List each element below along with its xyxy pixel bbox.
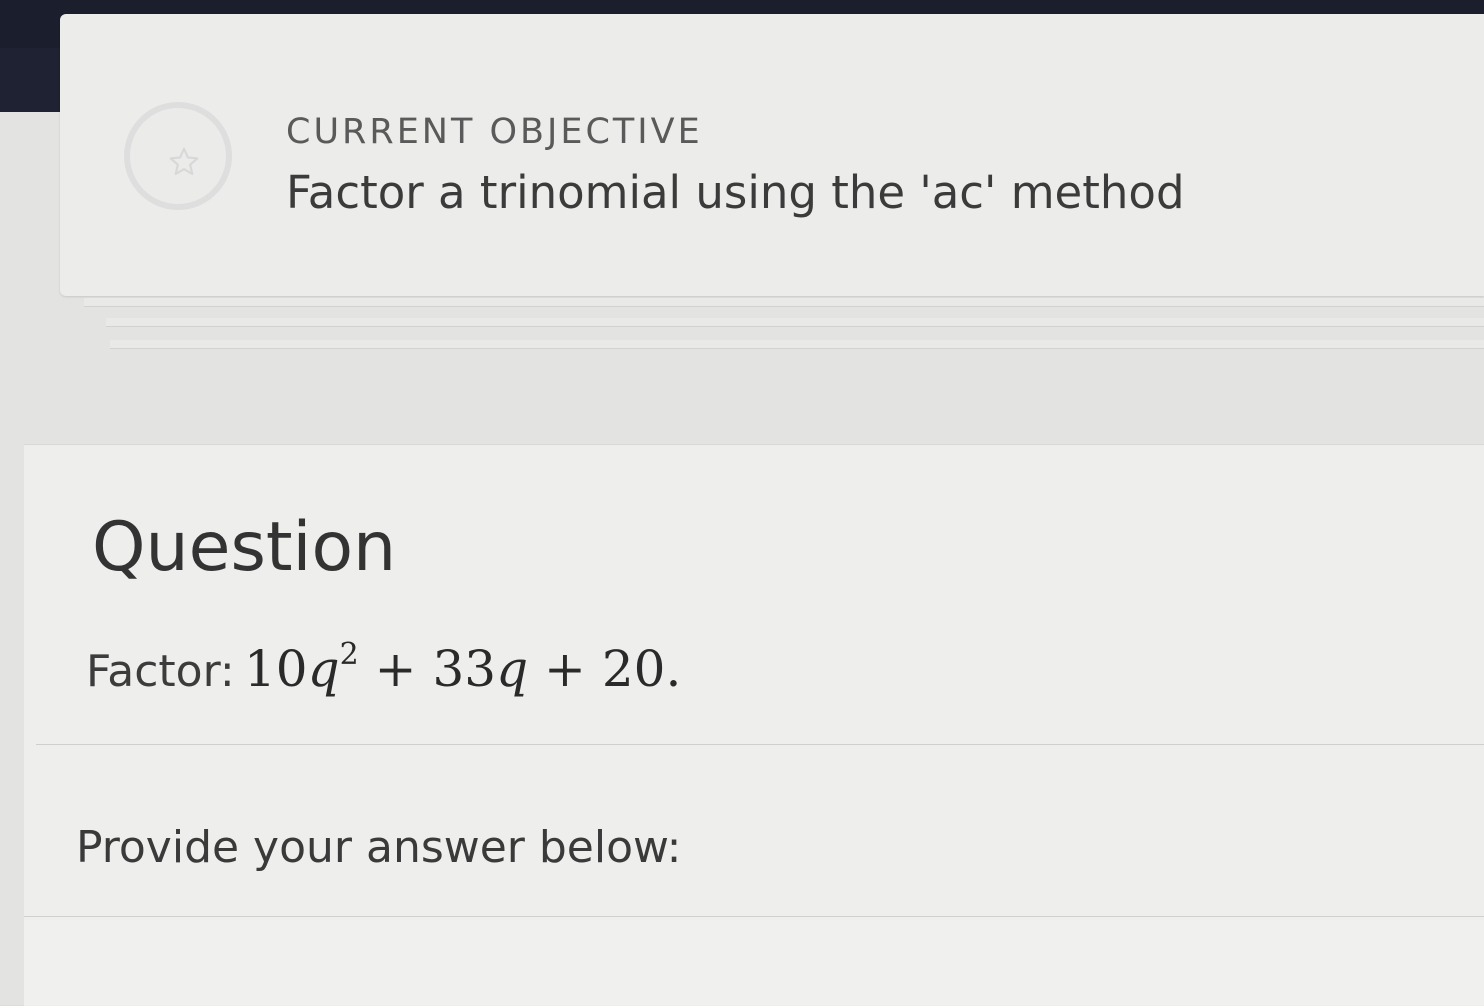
variable: q xyxy=(496,640,529,698)
plus-operator: + xyxy=(374,640,417,698)
exponent: 2 xyxy=(339,637,359,672)
card-stack-edge xyxy=(106,318,1484,327)
answer-area[interactable] xyxy=(24,920,1484,1005)
plus-operator: + xyxy=(544,640,586,698)
objective-title: Factor a trinomial using the 'ac' method xyxy=(286,166,1185,219)
objective-badge xyxy=(124,102,232,210)
coefficient: 10 xyxy=(244,640,308,698)
card-stack-edge xyxy=(110,340,1484,349)
star-icon xyxy=(169,147,199,176)
section-divider xyxy=(24,916,1484,917)
question-heading: Question xyxy=(92,508,397,587)
card-stack-edge xyxy=(84,298,1484,307)
coefficient: 33 xyxy=(432,640,497,698)
objective-card xyxy=(60,14,1484,296)
constant: 20 xyxy=(601,640,666,698)
section-divider xyxy=(36,744,1484,745)
math-expression: 10q2 + 33q + 20. xyxy=(244,637,682,699)
answer-prompt: Provide your answer below: xyxy=(76,822,682,873)
objective-label: CURRENT OBJECTIVE xyxy=(286,112,703,152)
period: . xyxy=(665,640,682,698)
variable: q xyxy=(307,640,340,698)
factor-label: Factor: xyxy=(86,646,235,697)
